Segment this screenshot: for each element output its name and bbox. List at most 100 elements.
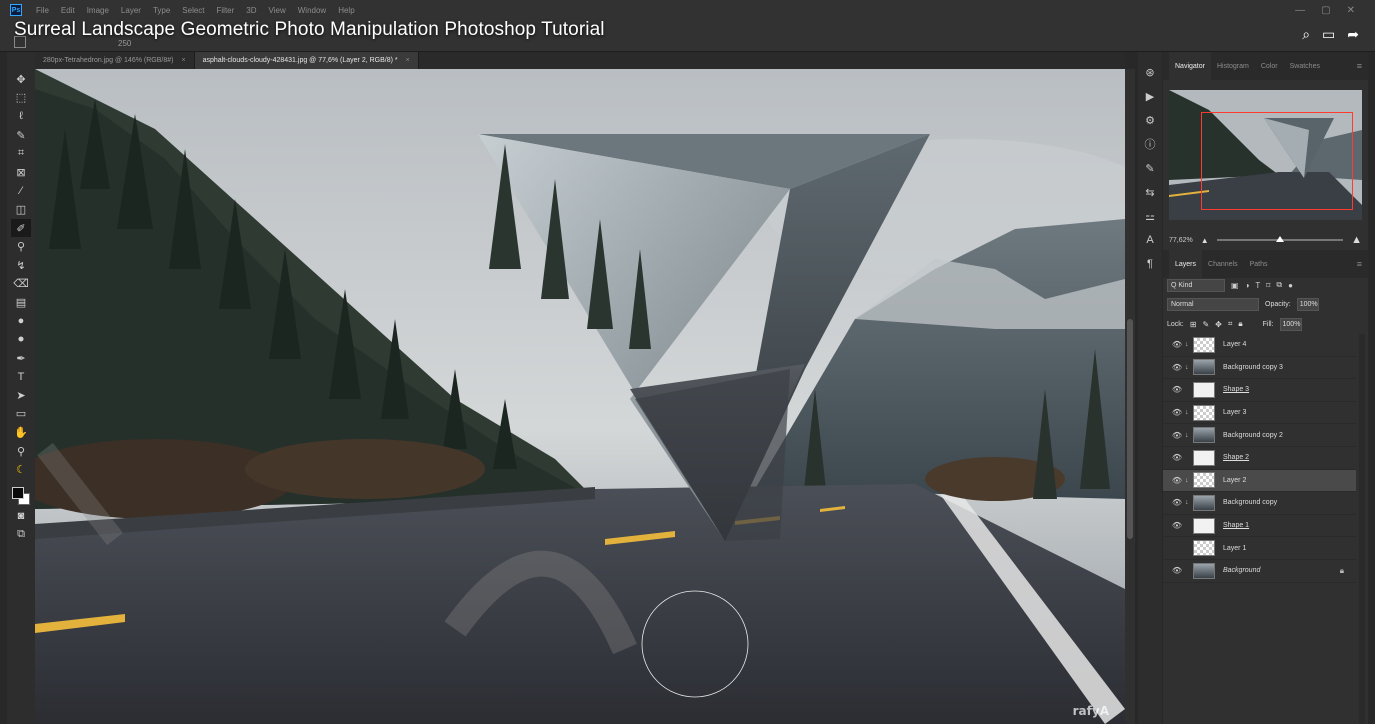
layer-row[interactable]: 👁︎ Shape 1 — [1163, 515, 1356, 538]
maximize-icon[interactable]: ▢ — [1321, 5, 1330, 16]
layers-scrollbar[interactable] — [1359, 334, 1365, 724]
visibility-eye-icon[interactable]: 👁︎ — [1169, 340, 1185, 349]
lock-position-icon[interactable]: ✥ — [1215, 320, 1222, 329]
minimize-icon[interactable]: — — [1295, 5, 1305, 16]
layers-menu-icon[interactable]: ≡ — [1357, 259, 1362, 269]
tab-color[interactable]: Color — [1255, 52, 1284, 80]
eraser-tool-icon[interactable]: ⌫ — [11, 275, 31, 294]
menu-help[interactable]: Help — [338, 6, 354, 15]
layer-name[interactable]: Shape 3 — [1223, 386, 1249, 393]
layer-row[interactable]: 👁︎ ↓ Layer 3 — [1163, 402, 1356, 425]
document-canvas[interactable]: rafyA — [35, 69, 1125, 724]
zoom-slider-knob[interactable] — [1275, 236, 1284, 242]
share-icon[interactable]: ➦ — [1347, 26, 1359, 43]
layer-name[interactable]: Layer 2 — [1223, 477, 1246, 484]
menu-3d[interactable]: 3D — [246, 6, 256, 15]
pen-tool-icon[interactable]: ✒ — [11, 349, 31, 368]
layer-thumbnail[interactable] — [1193, 449, 1215, 466]
banana-icon[interactable]: ☾ — [11, 460, 31, 479]
quick-select-tool-icon[interactable]: ✎ — [11, 126, 31, 145]
libraries-panel-icon[interactable]: ⚍ — [1140, 208, 1160, 224]
menu-window[interactable]: Window — [298, 6, 326, 15]
menu-filter[interactable]: Filter — [217, 6, 235, 15]
paragraph-panel-icon[interactable]: ¶ — [1140, 256, 1160, 272]
zoom-out-icon[interactable]: ▲ — [1201, 236, 1209, 245]
tab-navigator[interactable]: Navigator — [1169, 52, 1211, 80]
filter-pixel-icon[interactable]: ▣ — [1231, 281, 1239, 290]
crop-tool-icon[interactable]: ⌗ — [11, 144, 31, 163]
lock-artboard-icon[interactable]: ⌗ — [1228, 319, 1233, 329]
tab-layers[interactable]: Layers — [1169, 250, 1203, 278]
layer-name[interactable]: Shape 2 — [1223, 454, 1249, 461]
menu-select[interactable]: Select — [182, 6, 204, 15]
filter-toggle-icon[interactable]: ● — [1288, 281, 1293, 290]
brush-tool-icon[interactable]: ✐ — [11, 218, 31, 238]
zoom-in-icon[interactable]: ▲ — [1351, 234, 1362, 246]
layer-thumbnail[interactable] — [1193, 540, 1215, 557]
visibility-eye-icon[interactable]: 👁︎ — [1169, 385, 1185, 394]
layer-row[interactable]: 👁︎ Shape 2 — [1163, 447, 1356, 470]
layer-row[interactable]: 👁︎ Shape 3 — [1163, 379, 1356, 402]
navigator-view-frame[interactable] — [1201, 112, 1353, 210]
opacity-input[interactable]: 100% — [1296, 297, 1319, 311]
frame-tool-icon[interactable]: ⊠ — [11, 163, 31, 182]
layer-name[interactable]: Background copy 2 — [1223, 432, 1283, 439]
tab-asphalt-clouds[interactable]: asphalt-clouds-cloudy-428431.jpg @ 77,6%… — [194, 52, 419, 69]
dodge-tool-icon[interactable]: ⚫ — [11, 330, 31, 349]
filter-adjustment-icon[interactable]: ◑ — [1245, 281, 1250, 290]
menu-file[interactable]: File — [36, 6, 49, 15]
layer-row[interactable]: 👁︎ ↓ Background copy 3 — [1163, 357, 1356, 380]
layer-thumbnail[interactable] — [1193, 562, 1215, 579]
visibility-eye-icon[interactable]: 👁︎ — [1169, 408, 1185, 417]
filter-shape-icon[interactable]: ⌑ — [1266, 281, 1270, 290]
layer-thumbnail[interactable] — [1193, 381, 1215, 398]
layer-name[interactable]: Background copy 3 — [1223, 364, 1283, 371]
zoom-slider[interactable] — [1216, 236, 1344, 242]
layer-row[interactable]: 👁︎ Background 🔒︎ — [1163, 560, 1356, 583]
history-panel-icon[interactable]: ⊛ — [1140, 64, 1160, 80]
lasso-tool-icon[interactable]: ℓ — [11, 107, 31, 126]
clone-stamp-tool-icon[interactable]: ⚲ — [11, 237, 31, 256]
eyedropper-tool-icon[interactable]: ⁄ — [11, 182, 31, 201]
character-panel-icon[interactable]: A — [1140, 232, 1160, 248]
brushes-panel-icon[interactable]: ✎ — [1140, 160, 1160, 176]
layer-name[interactable]: Layer 3 — [1223, 409, 1246, 416]
tab-histogram[interactable]: Histogram — [1211, 52, 1255, 80]
navigator-preview[interactable] — [1169, 90, 1362, 220]
layer-thumbnail[interactable] — [1193, 359, 1215, 376]
panel-menu-icon[interactable]: ≡ — [1357, 61, 1362, 71]
menu-view[interactable]: View — [269, 6, 286, 15]
visibility-eye-icon[interactable]: 👁︎ — [1169, 431, 1185, 440]
foreground-color-swatch[interactable] — [12, 487, 24, 500]
blur-tool-icon[interactable]: ● — [11, 312, 31, 331]
layer-thumbnail[interactable] — [1193, 404, 1215, 421]
lock-transparent-icon[interactable]: ⊞ — [1190, 320, 1197, 329]
info-panel-icon[interactable]: ⓘ — [1140, 136, 1160, 152]
layer-row[interactable]: 👁︎ ↓ Layer 2 — [1163, 469, 1356, 493]
lock-all-icon[interactable]: 🔒︎ — [1238, 319, 1242, 329]
layer-name[interactable]: Background copy — [1223, 499, 1277, 506]
menu-edit[interactable]: Edit — [61, 6, 75, 15]
canvas-vertical-scrollbar[interactable] — [1125, 69, 1135, 724]
visibility-eye-icon[interactable]: 👁︎ — [1169, 453, 1185, 462]
actions-panel-icon[interactable]: ▶ — [1140, 88, 1160, 104]
tab-paths[interactable]: Paths — [1244, 250, 1274, 278]
layer-row[interactable]: Layer 1 — [1163, 537, 1356, 560]
layer-row[interactable]: 👁︎ ↓ Background copy — [1163, 492, 1356, 515]
adjustments-panel-icon[interactable]: ⇆ — [1140, 184, 1160, 200]
scrollbar-thumb[interactable] — [1127, 319, 1133, 539]
filter-smart-object-icon[interactable]: ⧉ — [1276, 280, 1282, 290]
marquee-tool-icon[interactable]: ⬚ — [11, 89, 31, 108]
layer-row[interactable]: 👁︎ ↓ Background copy 2 — [1163, 424, 1356, 447]
color-swatches[interactable] — [10, 485, 32, 507]
filter-kind-select[interactable]: Q Kind — [1167, 278, 1225, 292]
layer-thumbnail[interactable] — [1193, 494, 1215, 511]
visibility-eye-icon[interactable]: 👁︎ — [1169, 566, 1185, 575]
zoom-tool-icon[interactable]: ⚲ — [11, 442, 31, 461]
layer-name[interactable]: Shape 1 — [1223, 522, 1249, 529]
history-brush-tool-icon[interactable]: ↯ — [11, 256, 31, 275]
close-window-icon[interactable]: ✕ — [1347, 5, 1355, 16]
quick-mask-icon[interactable]: ◙ — [11, 507, 31, 526]
menu-image[interactable]: Image — [87, 6, 109, 15]
tab-channels[interactable]: Channels — [1202, 250, 1244, 278]
